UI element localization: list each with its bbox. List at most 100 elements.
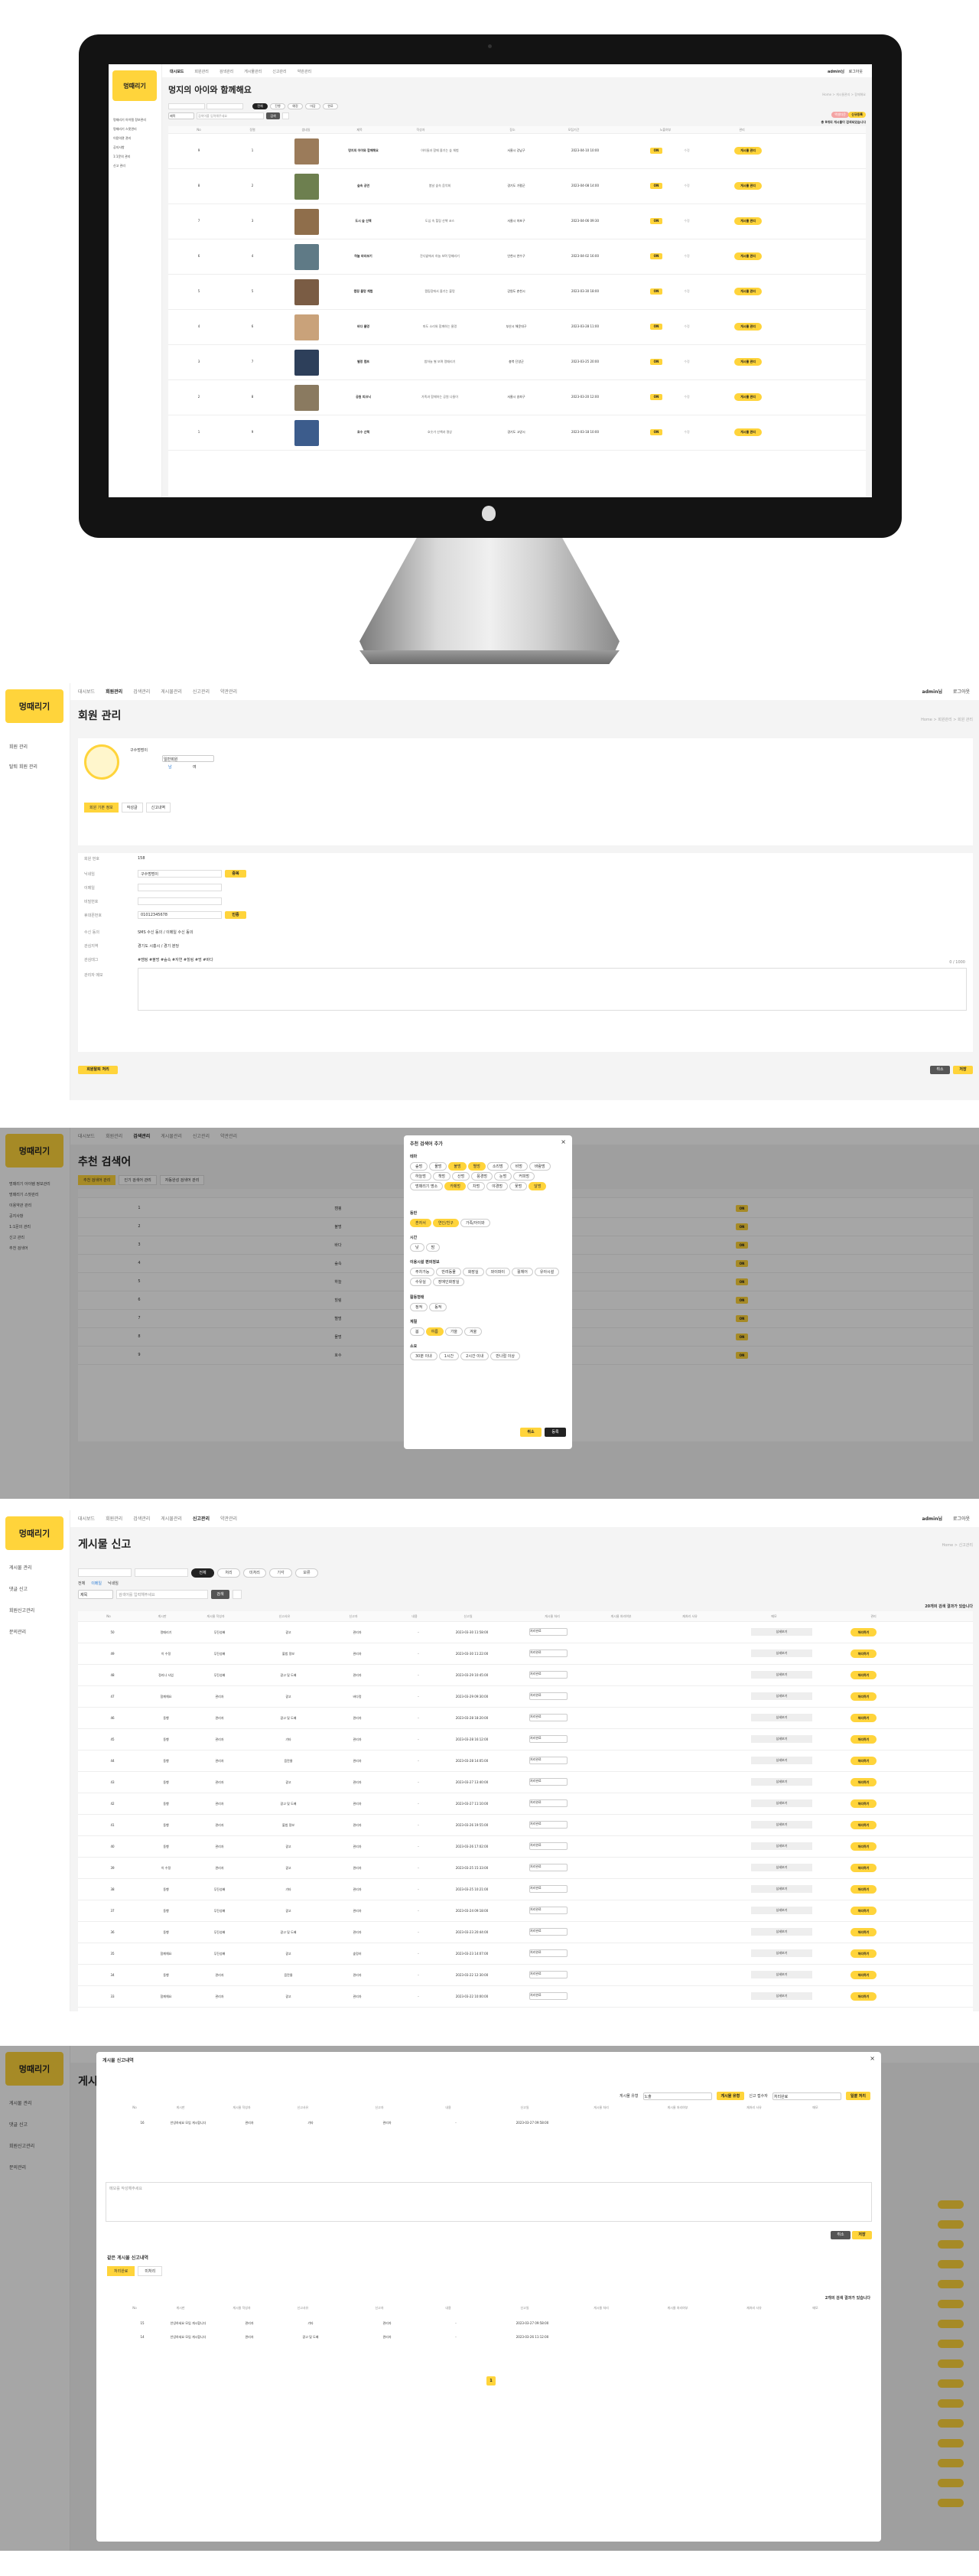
row-title[interactable]: 숲속 공연	[337, 184, 390, 188]
sidebar-item[interactable]: 회원신고관리	[9, 1607, 34, 1614]
show-toggle[interactable]: ON	[650, 183, 662, 189]
process-select[interactable]: 처리완료	[529, 1885, 568, 1893]
memo-cell[interactable]: 상세보기	[751, 1692, 812, 1700]
tag-option[interactable]: 와이파이	[485, 1268, 511, 1276]
tag-option[interactable]: 별멍	[467, 1162, 486, 1171]
manage-button[interactable]: 게시물 관리	[734, 288, 762, 295]
show-toggle[interactable]: ON	[650, 359, 662, 365]
nav-item[interactable]: 대시보드	[78, 688, 95, 695]
save-button[interactable]: 저장	[852, 2231, 872, 2239]
logout-link[interactable]: 로그아웃	[953, 688, 970, 695]
tag-option[interactable]: 비멍	[509, 1162, 528, 1171]
process-select[interactable]: 처리완료	[529, 1649, 568, 1657]
manage-button[interactable]: 게시물 관리	[734, 147, 762, 155]
memo-cell[interactable]: 상세보기	[751, 1649, 812, 1657]
member-tab[interactable]: 신고내역	[145, 803, 171, 813]
process-select[interactable]: 처리완료	[529, 1928, 568, 1936]
process-button[interactable]: 처리하기	[851, 1864, 877, 1872]
process-select[interactable]: 처리완료	[529, 1735, 568, 1743]
nav-item[interactable]: 약관관리	[220, 1515, 237, 1522]
search-button[interactable]: 검색	[211, 1590, 229, 1599]
show-toggle[interactable]: ON	[650, 253, 662, 259]
refresh-icon[interactable]	[282, 112, 289, 119]
sidebar-item[interactable]: 댓글 신고	[9, 1585, 28, 1592]
edit-link[interactable]: 수정	[679, 395, 694, 399]
nav-item[interactable]: 게시물관리	[244, 69, 262, 74]
process-select[interactable]: 처리완료	[529, 1714, 568, 1721]
process-button[interactable]: 처리하기	[851, 1885, 877, 1894]
process-select[interactable]: 처리완료	[529, 1671, 568, 1679]
sidebar-item[interactable]: 게시물 관리	[9, 1564, 32, 1571]
tag-option[interactable]: 겨울	[464, 1327, 483, 1336]
manage-button[interactable]: 게시물 관리	[734, 252, 762, 260]
gender-female-radio[interactable]: 여	[193, 764, 197, 770]
memo-cell[interactable]: 상세보기	[751, 1714, 812, 1721]
filter-2[interactable]: 예정	[288, 103, 303, 109]
member-tab[interactable]: 회원 기본 정보	[84, 803, 119, 813]
tag-option[interactable]: 바람멍	[529, 1162, 551, 1171]
process-button[interactable]: 처리하기	[851, 1757, 877, 1765]
date-start-input[interactable]	[78, 1568, 132, 1577]
process-select[interactable]: 처리완료	[529, 1628, 568, 1636]
modal-cancel-button[interactable]: 취소	[520, 1428, 542, 1437]
process-select[interactable]: 처리완료	[529, 1907, 568, 1914]
edit-link[interactable]: 수정	[679, 254, 694, 259]
process-select[interactable]: 처리완료	[529, 1949, 568, 1957]
memo-cell[interactable]: 상세보기	[751, 1735, 812, 1743]
memo-cell[interactable]: 상세보기	[751, 1885, 812, 1893]
process-button[interactable]: 처리하기	[851, 1778, 877, 1786]
edit-link[interactable]: 수정	[679, 289, 694, 294]
tag-option[interactable]: 동적	[429, 1303, 447, 1311]
tag-option[interactable]: 꽃멍	[509, 1182, 528, 1190]
sidebar-item[interactable]: 문의관리	[9, 1628, 26, 1635]
tag-option[interactable]: 1시간	[438, 1352, 460, 1360]
filter-4[interactable]: 보류	[295, 1568, 318, 1578]
memo-textarea[interactable]	[138, 968, 967, 1011]
cancel-button[interactable]: 취소	[831, 2231, 851, 2239]
show-toggle[interactable]: ON	[650, 429, 662, 435]
tag-option[interactable]: 산멍	[452, 1172, 470, 1181]
radio-option[interactable]: 닉네임	[108, 1581, 119, 1586]
nav-item[interactable]: 신고관리	[272, 69, 286, 74]
process-button[interactable]: 처리하기	[851, 1842, 877, 1851]
process-select[interactable]: 처리완료	[529, 1971, 568, 1978]
sub-tab[interactable]: 미처리	[138, 2266, 163, 2276]
row-title[interactable]: 하늘 바라보기	[337, 254, 390, 259]
filter-1[interactable]: 진행	[270, 103, 285, 109]
cancel-button[interactable]: 취소	[930, 1066, 950, 1074]
process-select[interactable]: 처리완료	[529, 1992, 568, 2000]
process-select[interactable]: 처리완료	[529, 1842, 568, 1850]
row-title[interactable]: 바다 물멍	[337, 324, 390, 329]
memo-cell[interactable]: 상세보기	[751, 1842, 812, 1850]
radio-option[interactable]: 전체	[78, 1581, 85, 1586]
memo-cell[interactable]: 상세보기	[751, 1757, 812, 1764]
row-title[interactable]: 별멍 캠프	[337, 360, 390, 364]
page-button[interactable]: 1	[486, 2376, 496, 2385]
filter-0[interactable]: 전체	[191, 1568, 214, 1578]
add-button[interactable]: 신규등록	[848, 112, 866, 118]
memo-cell[interactable]: 상세보기	[751, 1992, 812, 2000]
sidebar-item[interactable]: 공지사항	[113, 145, 125, 150]
nav-item[interactable]: 회원관리	[106, 1515, 122, 1522]
nav-item[interactable]: 약관관리	[298, 69, 311, 74]
logout-link[interactable]: 로그아웃	[849, 69, 863, 74]
manage-button[interactable]: 게시물 관리	[734, 358, 762, 366]
tag-option[interactable]: 카페멍	[444, 1182, 467, 1190]
process-select[interactable]: 처리완료	[529, 1778, 568, 1786]
memo-cell[interactable]: 상세보기	[751, 1671, 812, 1679]
search-select[interactable]: 제목	[168, 112, 194, 119]
tag-option[interactable]: 반나절 이상	[490, 1352, 520, 1360]
memo-cell[interactable]: 상세보기	[751, 1628, 812, 1636]
process-button[interactable]: 처리하기	[851, 1907, 877, 1915]
sidebar-item[interactable]: 1:1문의 관리	[113, 155, 130, 159]
row-title[interactable]: 공원 피크닉	[337, 395, 390, 399]
close-icon[interactable]: ×	[561, 1138, 566, 1145]
date-end-input[interactable]	[135, 1568, 188, 1577]
tag-option[interactable]: 30분 이내	[410, 1352, 437, 1360]
tag-option[interactable]: 봄	[410, 1327, 424, 1336]
nav-item[interactable]: 대시보드	[170, 69, 184, 74]
tag-option[interactable]: 숲멍	[410, 1162, 428, 1171]
filter-4[interactable]: 완료	[323, 103, 338, 109]
field-input[interactable]: 구수멍멍이	[138, 870, 222, 878]
tag-option[interactable]: 가족/아이와	[460, 1219, 490, 1227]
